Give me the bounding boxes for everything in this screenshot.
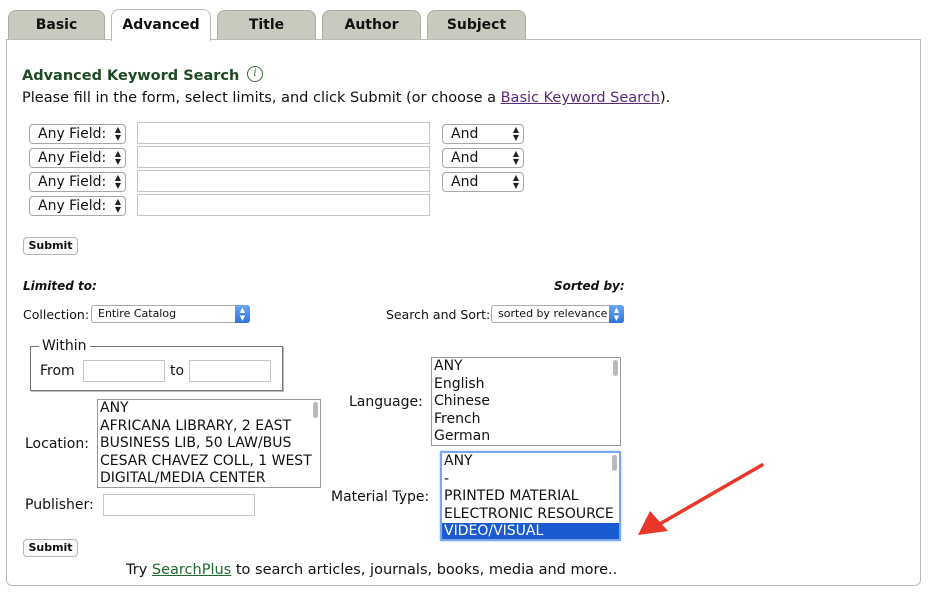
field-select-2[interactable]: Any Field: ▲ ▼ [29,148,126,168]
field-select-3[interactable]: Any Field: ▲ ▼ [29,172,126,192]
to-year-input[interactable] [189,360,271,382]
field-select-label: Any Field: [38,198,107,214]
search-term-input-2[interactable] [137,146,430,168]
publisher-label: Publisher: [25,497,94,513]
tab-author[interactable]: Author [322,10,421,39]
list-item[interactable]: BUSINESS LIB, 50 LAW/BUS [98,435,320,453]
tab-subject[interactable]: Subject [427,10,526,39]
searchplus-link[interactable]: SearchPlus [152,562,231,578]
footer-text-start: Try [126,562,152,578]
within-legend: Within [39,338,90,354]
list-item[interactable]: French [432,411,620,429]
field-select-label: Any Field: [38,150,107,166]
from-label: From [40,363,75,379]
list-item[interactable]: DIGITAL/MEDIA CENTER [98,470,320,487]
operator-label: And [451,174,479,190]
search-term-input-3[interactable] [137,170,430,192]
list-item[interactable]: German [432,428,620,445]
publisher-input[interactable] [103,494,255,516]
list-item[interactable]: CESAR CHAVEZ COLL, 1 WEST [98,453,320,471]
operator-label: And [451,126,479,142]
updown-arrows-icon: ▲ ▼ [114,149,121,166]
material-type-listbox[interactable]: ANY - PRINTED MATERIAL ELECTRONIC RESOUR… [440,451,621,541]
list-item[interactable]: ANY [98,400,320,418]
updown-arrows-icon: ▲ ▼ [512,149,519,166]
list-item[interactable]: AFRICANA LIBRARY, 2 EAST [98,418,320,436]
scrollbar[interactable] [613,360,618,376]
list-item[interactable]: Chinese [432,393,620,411]
submit-button-bottom[interactable]: Submit [23,539,78,557]
field-select-1[interactable]: Any Field: ▲ ▼ [29,124,126,144]
field-select-label: Any Field: [38,126,107,142]
updown-arrows-icon: ▲ ▼ [114,173,121,190]
page-title: Advanced Keyword Search [22,68,240,84]
instructions-text-end: ). [659,90,671,106]
field-select-4[interactable]: Any Field: ▲ ▼ [29,196,126,216]
search-term-input-1[interactable] [137,122,430,144]
search-and-sort-label: Search and Sort: [386,307,491,322]
sort-value: sorted by relevance [498,307,608,320]
footer-text: Try SearchPlus to search articles, journ… [126,562,617,578]
operator-label: And [451,150,479,166]
location-label: Location: [25,436,89,452]
instructions-text: Please fill in the form, select limits, … [22,90,501,106]
material-type-label: Material Type: [331,489,430,505]
collection-select[interactable]: Entire Catalog ▲ ▼ [91,305,250,323]
annotation-arrow-icon [638,463,764,535]
basic-keyword-search-link[interactable]: Basic Keyword Search [501,90,660,106]
operator-select-3[interactable]: And ▲ ▼ [442,172,524,192]
language-label: Language: [349,394,423,410]
list-item[interactable]: English [432,376,620,394]
list-item[interactable]: PRINTED MATERIAL [442,488,619,506]
instructions: Please fill in the form, select limits, … [22,90,670,106]
updown-arrows-icon: ▲ ▼ [609,305,624,323]
sort-select[interactable]: sorted by relevance ▲ ▼ [491,305,624,323]
operator-select-2[interactable]: And ▲ ▼ [442,148,524,168]
sorted-by-label: Sorted by: [554,279,625,293]
search-term-input-4[interactable] [137,194,430,216]
tab-title[interactable]: Title [217,10,316,39]
collection-value: Entire Catalog [98,307,177,320]
list-item[interactable]: - [442,471,619,489]
collection-label: Collection: [23,307,90,322]
tab-advanced[interactable]: Advanced [111,9,211,41]
updown-arrows-icon: ▲ ▼ [235,305,250,323]
scrollbar[interactable] [313,402,318,418]
list-item-selected[interactable]: VIDEO/VISUAL [442,523,619,539]
from-year-input[interactable] [83,360,165,382]
footer-text-end: to search articles, journals, books, med… [231,562,618,578]
to-label: to [170,363,185,379]
operator-select-1[interactable]: And ▲ ▼ [442,124,524,144]
tab-basic[interactable]: Basic [8,10,105,39]
list-item[interactable]: ANY [432,358,620,376]
scrollbar[interactable] [612,455,617,471]
list-item[interactable]: ELECTRONIC RESOURCE [442,506,619,524]
updown-arrows-icon: ▲ ▼ [114,197,121,214]
updown-arrows-icon: ▲ ▼ [114,125,121,142]
updown-arrows-icon: ▲ ▼ [512,125,519,142]
language-listbox[interactable]: ANY English Chinese French German [431,357,621,446]
info-icon[interactable]: i [247,66,263,82]
submit-button-top[interactable]: Submit [23,237,78,255]
field-select-label: Any Field: [38,174,107,190]
list-item[interactable]: ANY [442,453,619,471]
limited-to-label: Limited to: [23,279,97,293]
updown-arrows-icon: ▲ ▼ [512,173,519,190]
location-listbox[interactable]: ANY AFRICANA LIBRARY, 2 EAST BUSINESS LI… [97,399,321,488]
